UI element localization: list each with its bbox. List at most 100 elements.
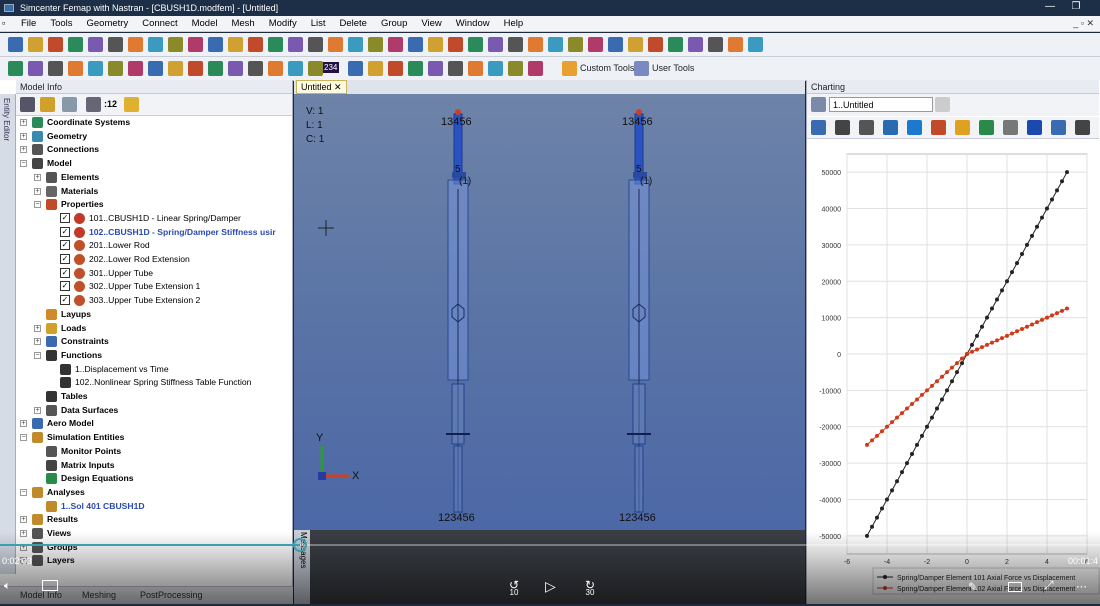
- checkbox[interactable]: ✓: [60, 254, 70, 264]
- toolbar-icon[interactable]: [628, 37, 643, 52]
- chart-toolbar-icon[interactable]: [1027, 120, 1042, 135]
- expand-icon[interactable]: +: [20, 146, 27, 154]
- toolbar-icon[interactable]: [8, 37, 23, 52]
- expand-icon[interactable]: +: [34, 187, 41, 195]
- toolbar-icon[interactable]: [668, 37, 683, 52]
- expand-icon[interactable]: +: [20, 530, 27, 537]
- chart-toolbar-icon[interactable]: [979, 120, 994, 135]
- menu-delete[interactable]: Delete: [333, 18, 374, 29]
- menu-view[interactable]: View: [414, 18, 448, 29]
- toolbar-icon[interactable]: [368, 61, 383, 76]
- toolbar-icon[interactable]: [148, 37, 163, 52]
- toolbar-icon[interactable]: [448, 37, 463, 52]
- expand-icon[interactable]: +: [20, 119, 27, 126]
- toolbar-icon[interactable]: [708, 37, 723, 52]
- toolbar-icon[interactable]: [588, 37, 603, 52]
- expand-icon[interactable]: +: [20, 516, 27, 524]
- toolbar-icon[interactable]: [568, 37, 583, 52]
- menu-window[interactable]: Window: [449, 18, 497, 29]
- chart-select[interactable]: 1..Untitled: [829, 97, 933, 112]
- checkbox[interactable]: ✓: [60, 212, 70, 223]
- toolbar-icon[interactable]: [28, 61, 43, 76]
- toolbar-icon[interactable]: [728, 37, 743, 52]
- toolbar-icon[interactable]: [528, 61, 543, 76]
- menu-group[interactable]: Group: [374, 18, 414, 29]
- toolbar-icon[interactable]: [128, 37, 143, 52]
- video-progress-knob[interactable]: [293, 538, 307, 552]
- toolbar-icon[interactable]: [228, 61, 243, 76]
- toolbar-icon[interactable]: [508, 37, 523, 52]
- toolbar-icon[interactable]: [408, 61, 423, 76]
- toolbar-icon[interactable]: [208, 61, 223, 76]
- toolbar-icon[interactable]: [468, 61, 483, 76]
- toolbar-icon[interactable]: [408, 37, 423, 52]
- toolbar-icon[interactable]: [368, 37, 383, 52]
- dropdown-arrow-icon[interactable]: [935, 97, 950, 112]
- mdi-controls[interactable]: _ ▫ ✕: [1073, 18, 1094, 29]
- toolbar-icon[interactable]: [488, 37, 503, 52]
- pen-icon[interactable]: ✎: [968, 580, 978, 594]
- expand-icon[interactable]: +: [20, 132, 27, 140]
- toolbar-icon[interactable]: [48, 61, 63, 76]
- chart-toolbar-icon[interactable]: [955, 120, 970, 135]
- toolbar-icon[interactable]: [448, 61, 463, 76]
- chart-toolbar-icon[interactable]: [1051, 120, 1066, 135]
- menu-model[interactable]: Model: [185, 18, 225, 29]
- toolbar-icon[interactable]: [428, 37, 443, 52]
- bottom-tab[interactable]: Model Info: [20, 590, 62, 600]
- bottom-tab[interactable]: Meshing: [82, 590, 116, 600]
- toolbar-icon[interactable]: [188, 37, 203, 52]
- toolbar-icon[interactable]: [248, 37, 263, 52]
- skip-back-button[interactable]: ↺ 10: [504, 578, 524, 597]
- menu-modify[interactable]: Modify: [262, 18, 304, 29]
- toolbar-icon[interactable]: [688, 37, 703, 52]
- toolbar-icon[interactable]: [608, 37, 623, 52]
- custom-tools-button[interactable]: Custom Tools: [580, 63, 634, 73]
- toolbar-icon[interactable]: [308, 61, 323, 76]
- entity-editor-tab[interactable]: Entity Editor: [0, 94, 16, 574]
- chart-toolbar-icon[interactable]: [931, 120, 946, 135]
- toolbar-icon[interactable]: [348, 37, 363, 52]
- toolbar-icon[interactable]: [108, 37, 123, 52]
- menu-mesh[interactable]: Mesh: [224, 18, 261, 29]
- toolbar-icon[interactable]: [208, 37, 223, 52]
- toolbar-icon[interactable]: [68, 61, 83, 76]
- toolbar-icon[interactable]: [168, 61, 183, 76]
- toolbar-icon[interactable]: [148, 61, 163, 76]
- toolbar-icon[interactable]: [528, 37, 543, 52]
- toolbar-icon[interactable]: [228, 37, 243, 52]
- color-icon[interactable]: [124, 97, 139, 112]
- chart-toolbar-icon[interactable]: [859, 120, 874, 135]
- group-icon[interactable]: [86, 97, 101, 112]
- tab-untitled[interactable]: Untitled ✕: [296, 80, 347, 94]
- menu-list[interactable]: List: [304, 18, 333, 29]
- toolbar-icon[interactable]: [288, 37, 303, 52]
- toolbar-icon[interactable]: [348, 61, 363, 76]
- minimize-button[interactable]: —: [1036, 0, 1064, 16]
- expand-icon[interactable]: +: [20, 420, 27, 428]
- bottom-tab[interactable]: PostProcessing: [140, 590, 203, 600]
- expand-icon[interactable]: −: [20, 160, 27, 168]
- filter-icon[interactable]: [62, 97, 77, 112]
- toolbar-icon[interactable]: [68, 37, 83, 52]
- captions-icon[interactable]: [42, 580, 58, 591]
- checkbox[interactable]: ✓: [60, 226, 70, 237]
- menu-help[interactable]: Help: [497, 18, 531, 29]
- expand-icon[interactable]: −: [34, 351, 41, 359]
- toolbar-icon[interactable]: [748, 37, 763, 52]
- toolbar-icon[interactable]: [268, 37, 283, 52]
- chart-toolbar-icon[interactable]: [883, 120, 898, 135]
- toolbar-icon[interactable]: [388, 61, 403, 76]
- checkbox[interactable]: ✓: [60, 281, 70, 292]
- toolbar-icon[interactable]: [288, 61, 303, 76]
- toolbar-icon[interactable]: [308, 37, 323, 52]
- play-button[interactable]: ▷: [545, 578, 556, 595]
- expand-icon[interactable]: +: [34, 338, 41, 346]
- menu-file[interactable]: File: [14, 18, 43, 29]
- expand-icon[interactable]: −: [34, 201, 41, 209]
- chart-toolbar-icon[interactable]: [835, 120, 850, 135]
- expand-icon[interactable]: +: [34, 406, 41, 414]
- menu-connect[interactable]: Connect: [135, 18, 184, 29]
- maximize-button[interactable]: ❐: [1062, 0, 1090, 16]
- graphics-viewport[interactable]: V: 1 L: 1 C: 1 13456 13456 5 (1) 5 (1) 1…: [294, 94, 805, 530]
